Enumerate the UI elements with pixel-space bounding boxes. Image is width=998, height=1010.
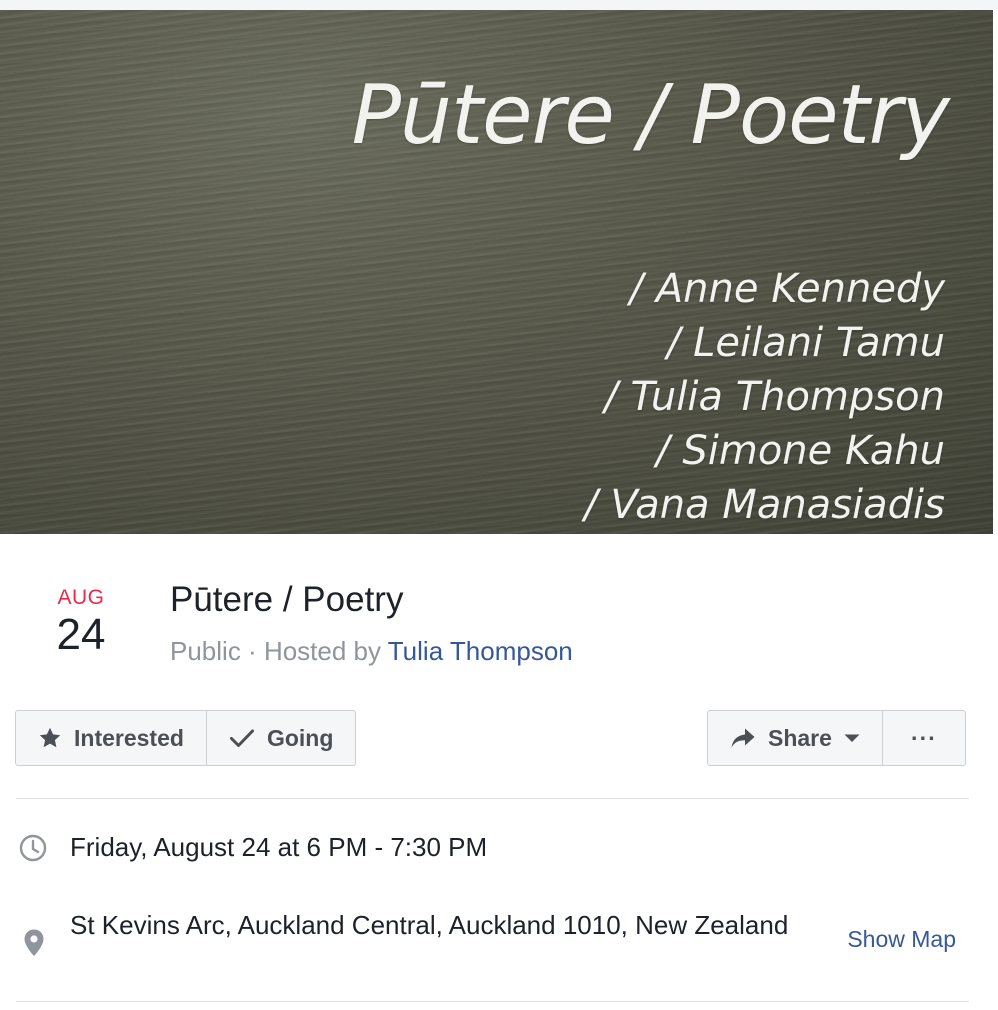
location-row: St Kevins Arc, Auckland Central, Aucklan… bbox=[16, 904, 976, 984]
meta-separator: · bbox=[240, 636, 264, 666]
share-label: Share bbox=[768, 724, 832, 751]
share-button[interactable]: Share bbox=[708, 711, 882, 765]
star-icon bbox=[38, 726, 62, 750]
event-page: Pūtere / Poetry / Anne Kennedy / Leilani… bbox=[0, 0, 998, 1010]
cover-name: / Tulia Thompson bbox=[604, 374, 945, 420]
event-meta: Public · Hosted by Tulia Thompson bbox=[170, 636, 573, 667]
date-day: 24 bbox=[56, 610, 106, 659]
top-edge bbox=[0, 0, 998, 10]
cover-name: / Simone Kahu bbox=[656, 428, 945, 474]
cover-names: / Anne Kennedy / Leilani Tamu / Tulia Th… bbox=[584, 262, 945, 532]
cover-name: / Vana Manasiadis bbox=[584, 482, 945, 528]
event-time[interactable]: Friday, August 24 at 6 PM - 7:30 PM bbox=[70, 828, 487, 866]
more-options-icon: ··· bbox=[910, 724, 937, 751]
caret-down-icon bbox=[844, 733, 860, 743]
host-link[interactable]: Tulia Thompson bbox=[388, 636, 573, 666]
map-pin-icon bbox=[22, 928, 46, 963]
more-options-button[interactable]: ··· bbox=[881, 711, 965, 765]
cover-title: Pūtere / Poetry bbox=[351, 68, 950, 163]
date-block: AUG 24 bbox=[32, 585, 130, 659]
event-title[interactable]: Pūtere / Poetry bbox=[170, 580, 403, 620]
share-arrow-icon bbox=[730, 727, 756, 749]
time-row: Friday, August 24 at 6 PM - 7:30 PM bbox=[16, 826, 976, 866]
going-label: Going bbox=[266, 724, 334, 751]
interested-label: Interested bbox=[74, 724, 184, 751]
interested-button[interactable]: Interested bbox=[16, 711, 206, 765]
cover-photo[interactable]: Pūtere / Poetry / Anne Kennedy / Leilani… bbox=[0, 10, 993, 534]
rsvp-button-group: Interested Going bbox=[15, 710, 357, 766]
going-button[interactable]: Going bbox=[205, 711, 355, 765]
cover-name: / Leilani Tamu bbox=[666, 320, 945, 366]
bottom-divider bbox=[16, 1001, 969, 1002]
hosted-by-label: Hosted by bbox=[263, 636, 388, 666]
share-button-group: Share ··· bbox=[707, 710, 966, 766]
clock-icon bbox=[18, 833, 48, 868]
cover-name: / Anne Kennedy bbox=[629, 266, 945, 312]
show-map-link[interactable]: Show Map bbox=[847, 926, 956, 953]
section-divider bbox=[16, 798, 969, 799]
event-location[interactable]: St Kevins Arc, Auckland Central, Aucklan… bbox=[70, 906, 790, 944]
privacy-label: Public bbox=[170, 636, 241, 666]
checkmark-icon bbox=[229, 726, 255, 750]
date-month: AUG bbox=[57, 586, 105, 609]
